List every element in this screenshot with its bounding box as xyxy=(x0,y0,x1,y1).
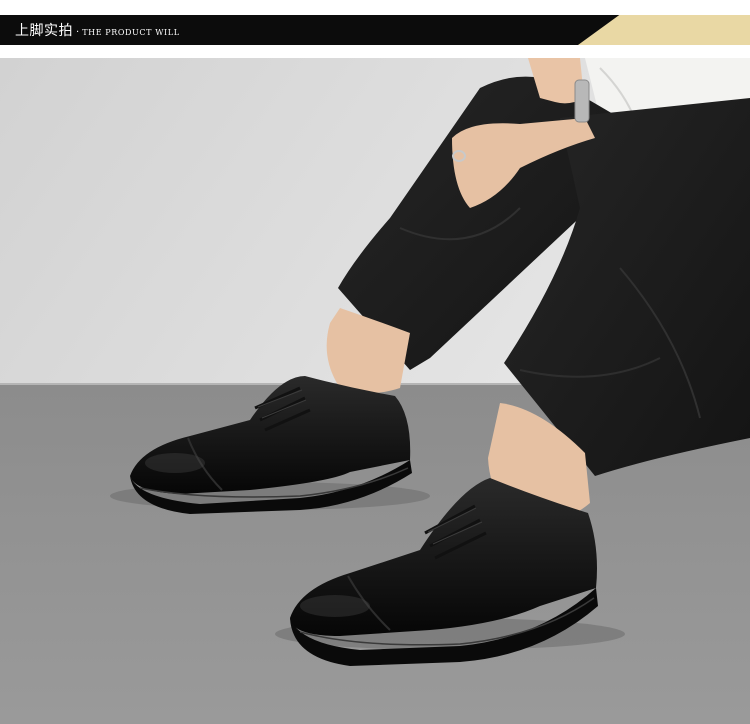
section-header: 上脚实拍 · THE PRODUCT WILL xyxy=(0,15,750,45)
product-photo xyxy=(0,58,750,724)
header-title-en: THE PRODUCT WILL xyxy=(82,28,180,37)
wristwatch xyxy=(574,79,590,123)
header-title-cn: 上脚实拍 xyxy=(15,23,73,39)
header-separator: · xyxy=(76,27,80,38)
header-title: 上脚实拍 · THE PRODUCT WILL xyxy=(15,15,180,45)
